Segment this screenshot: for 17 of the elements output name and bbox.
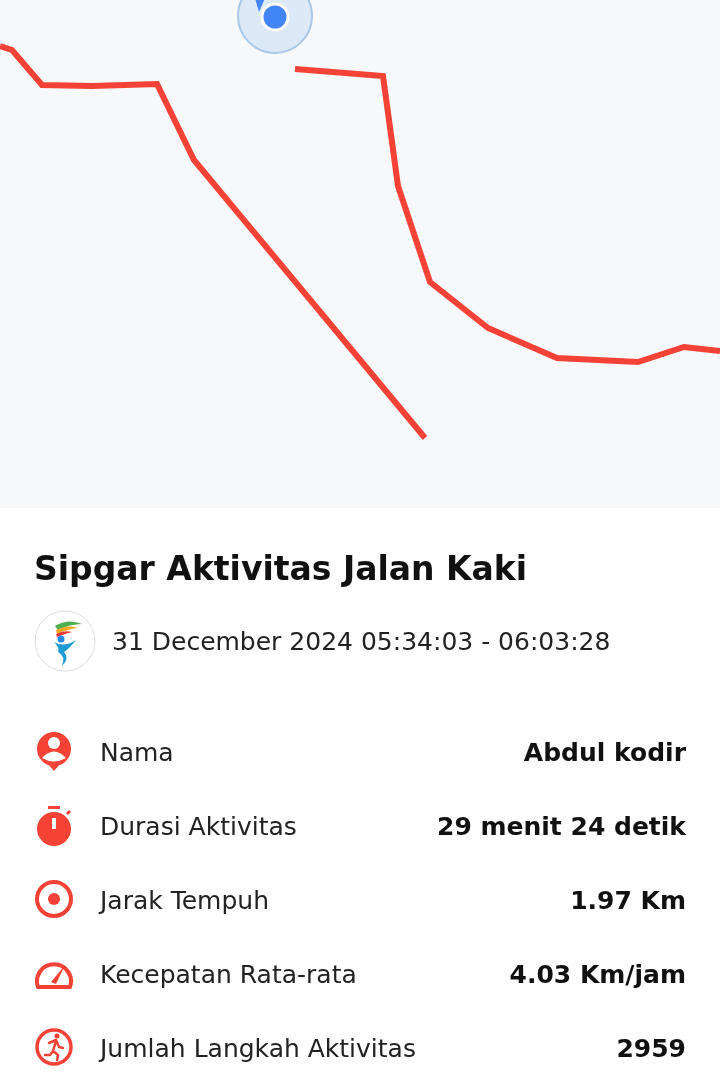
activity-title: Sipgar Aktivitas Jalan Kaki bbox=[34, 548, 529, 590]
detail-label: Durasi Aktivitas bbox=[100, 811, 298, 841]
stopwatch-icon bbox=[34, 805, 74, 847]
detail-label: Jarak Tempuh bbox=[100, 885, 271, 915]
detail-label: Kecepatan Rata-rata bbox=[100, 959, 358, 989]
detail-value: 4.03 Km/jam bbox=[509, 959, 686, 989]
detail-label: Nama bbox=[100, 737, 175, 767]
target-icon bbox=[34, 879, 74, 921]
detail-value: 2959 bbox=[616, 1033, 686, 1063]
detail-value: 1.97 Km bbox=[570, 885, 686, 915]
logo-icon bbox=[34, 610, 96, 672]
date-range: 31 December 2024 05:34:03 - 06:03:28 bbox=[112, 626, 611, 656]
detail-value: 29 menit 24 detik bbox=[437, 811, 686, 841]
detail-label: Jumlah Langkah Aktivitas bbox=[100, 1033, 417, 1063]
person-icon bbox=[34, 731, 74, 773]
runner-icon bbox=[34, 1027, 74, 1069]
detail-value: Abdul kodir bbox=[523, 737, 686, 767]
